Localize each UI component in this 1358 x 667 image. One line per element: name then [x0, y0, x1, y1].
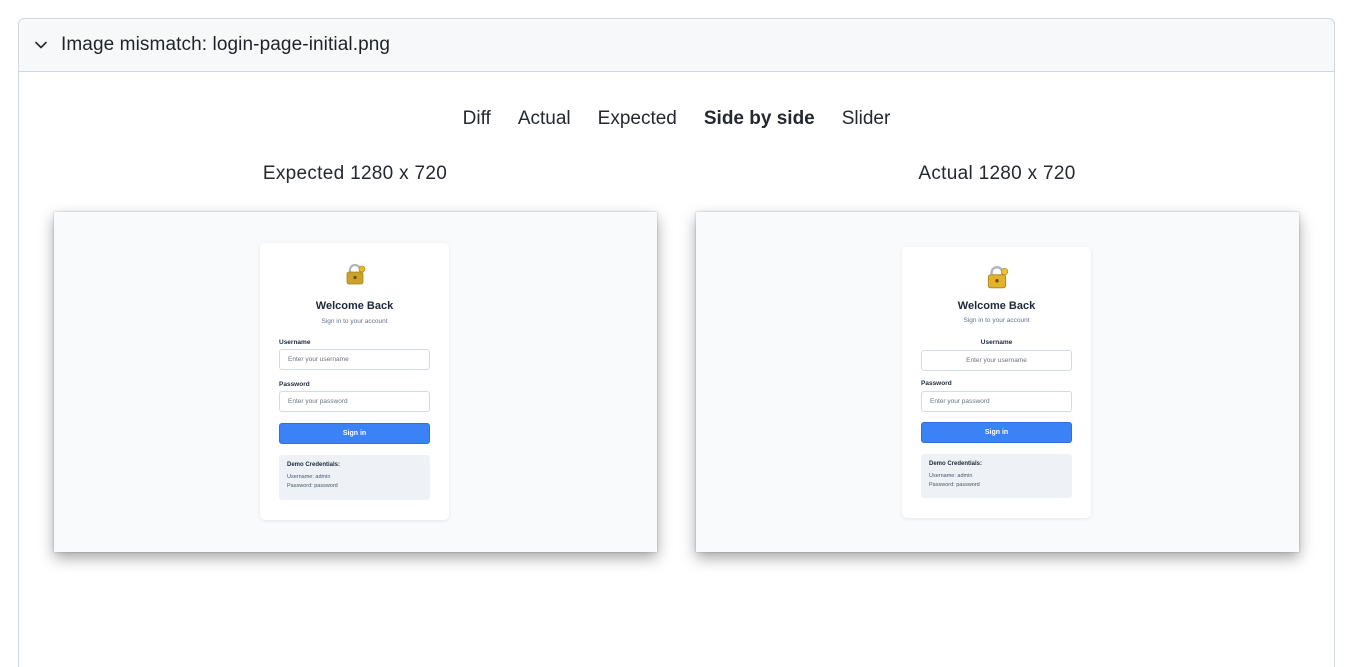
demo-password: Password: password: [287, 483, 338, 489]
actual-caption: Actual 1280 x 720: [918, 163, 1076, 184]
expected-caption: Expected 1280 x 720: [262, 163, 448, 184]
demo-password: Password: password: [929, 482, 980, 488]
chevron-down-icon[interactable]: [33, 37, 49, 53]
username-field: Enter your username: [921, 350, 1072, 371]
demo-credentials-box: Demo Credentials: Username: admin Passwo…: [921, 454, 1072, 498]
demo-title: Demo Credentials:: [287, 462, 341, 468]
tab-expected[interactable]: Expected: [584, 107, 690, 131]
username-label: Username: [279, 339, 311, 346]
tab-diff[interactable]: Diff: [449, 107, 504, 131]
demo-username: Username: admin: [287, 474, 331, 480]
view-tabs: Diff Actual Expected Side by side Slider: [19, 107, 1334, 131]
panel-header[interactable]: Image mismatch: login-page-initial.png: [19, 19, 1334, 72]
card-title: Welcome Back: [957, 300, 1036, 312]
login-card: Welcome Back Sign in to your account Use…: [260, 243, 449, 520]
password-label: Password: [279, 381, 310, 388]
demo-title: Demo Credentials:: [929, 461, 983, 467]
actual-screenshot: Welcome Back Sign in to your account Use…: [696, 212, 1299, 552]
tab-slider[interactable]: Slider: [828, 107, 904, 131]
image-mismatch-panel: Image mismatch: login-page-initial.png D…: [18, 18, 1335, 667]
demo-username: Username: admin: [929, 473, 973, 479]
login-card: Welcome Back Sign in to your account Use…: [902, 247, 1091, 518]
password-field: Enter your password: [921, 391, 1072, 412]
username-field: Enter your username: [279, 349, 430, 370]
password-field: Enter your password: [279, 391, 430, 412]
card-subtitle: Sign in to your account: [321, 318, 388, 325]
lock-icon: [260, 262, 449, 291]
sign-in-button: Sign in: [279, 423, 430, 444]
password-label: Password: [921, 380, 952, 387]
username-label: Username: [980, 339, 1013, 346]
lock-icon: [902, 264, 1091, 295]
tab-side-by-side[interactable]: Side by side: [690, 107, 828, 131]
demo-credentials-box: Demo Credentials: Username: admin Passwo…: [279, 455, 430, 500]
expected-screenshot: Welcome Back Sign in to your account Use…: [54, 212, 657, 552]
card-title: Welcome Back: [315, 300, 394, 312]
panel-title: Image mismatch: login-page-initial.png: [61, 34, 391, 55]
sign-in-button: Sign in: [921, 422, 1072, 443]
tab-actual[interactable]: Actual: [504, 107, 584, 131]
card-subtitle: Sign in to your account: [963, 317, 1030, 324]
